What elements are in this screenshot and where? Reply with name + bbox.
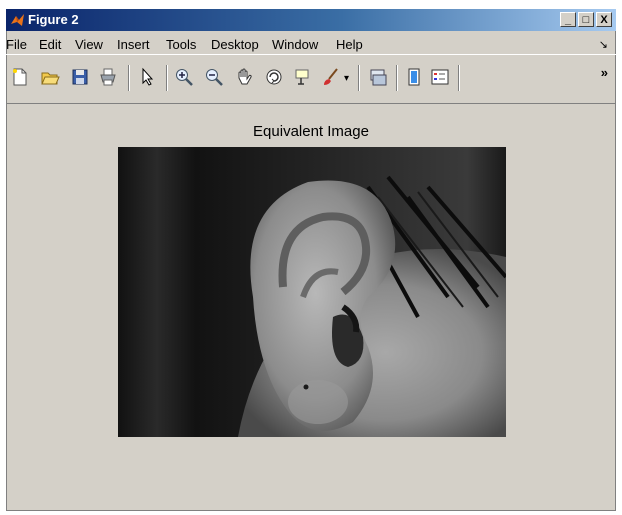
window-controls: _ □ X [560,12,612,27]
figure-toolbar: ▾ » [6,54,616,104]
insert-colorbar-icon[interactable] [404,67,424,87]
toolbar-separator [358,65,359,91]
toolbar-separator [166,65,167,91]
open-file-icon[interactable] [40,67,60,87]
menu-insert[interactable]: Insert [117,37,150,52]
data-cursor-icon[interactable] [293,67,313,87]
menu-file[interactable]: File [6,37,27,52]
figure-window: Figure 2 _ □ X File Edit View Insert Too… [6,9,616,511]
menu-help[interactable]: Help [336,37,363,52]
menu-desktop[interactable]: Desktop [211,37,259,52]
toolbar-separator [396,65,397,91]
title-bar[interactable]: Figure 2 _ □ X [6,9,616,31]
menu-view[interactable]: View [75,37,103,52]
zoom-in-icon[interactable] [174,67,194,87]
toolbar-separator [458,65,459,91]
insert-legend-icon[interactable] [430,67,450,87]
menu-tools[interactable]: Tools [166,37,196,52]
new-figure-icon[interactable] [10,67,30,87]
toolbar-overflow-icon[interactable]: » [601,65,608,80]
pan-hand-icon[interactable] [234,67,254,87]
minimize-button[interactable]: _ [560,12,576,27]
link-plot-icon[interactable] [368,67,388,87]
ear-image [118,147,506,437]
axes-title: Equivalent Image [253,123,369,140]
close-button[interactable]: X [596,12,612,27]
zoom-out-icon[interactable] [204,67,224,87]
toolbar-separator [128,65,129,91]
save-icon[interactable] [70,67,90,87]
print-icon[interactable] [98,67,118,87]
menu-edit[interactable]: Edit [39,37,61,52]
matlab-logo-icon [11,14,24,26]
edit-plot-arrow-icon[interactable] [138,67,158,87]
menu-window[interactable]: Window [272,37,318,52]
maximize-button[interactable]: □ [578,12,594,27]
menu-dock-arrow-icon[interactable]: ↘ [599,38,608,51]
rotate-3d-icon[interactable] [264,67,284,87]
ear-photo-graphic [118,147,506,437]
brush-dropdown-icon[interactable]: ▾ [344,73,349,84]
window-title: Figure 2 [28,12,79,27]
brush-icon[interactable] [321,67,341,87]
menu-bar: File Edit View Insert Tools Desktop Wind… [6,34,616,54]
